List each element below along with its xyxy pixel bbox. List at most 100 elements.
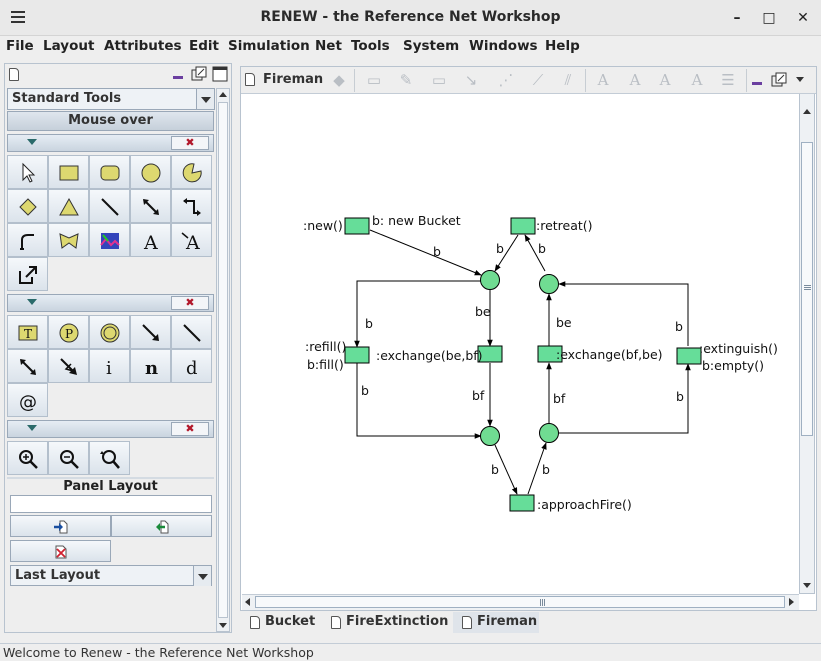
- text-color-icon[interactable]: A: [593, 71, 613, 89]
- menu-tools[interactable]: Tools: [351, 38, 390, 54]
- declaration-tool-button[interactable]: d: [171, 349, 212, 383]
- elbow-connection-tool-button[interactable]: [171, 189, 212, 223]
- transition-retreat[interactable]: [510, 217, 536, 235]
- arc-label-place-refill[interactable]: b: [365, 316, 373, 331]
- label-exchange-bf-be[interactable]: :exchange(bf,be): [556, 347, 663, 362]
- label-refill[interactable]: :refill(): [305, 339, 346, 354]
- round-rectangle-tool-button[interactable]: [89, 155, 130, 189]
- close-section-button[interactable]: ✖: [171, 422, 209, 436]
- link-tool-button[interactable]: [7, 257, 48, 291]
- arc-label-place-retreat[interactable]: b: [496, 241, 504, 256]
- arc-label-new[interactable]: b: [433, 244, 441, 259]
- canvas-vertical-scrollbar[interactable]: [799, 94, 815, 594]
- collapse-section-button[interactable]: [12, 423, 52, 435]
- menu-help[interactable]: Help: [545, 38, 580, 54]
- arc-label-be-right[interactable]: be: [556, 315, 572, 330]
- detach-panel-icon[interactable]: [191, 66, 207, 82]
- scroll-right-icon[interactable]: [789, 598, 794, 606]
- detach-window-icon[interactable]: [771, 72, 787, 88]
- load-layout-button[interactable]: [111, 515, 212, 537]
- canvas-horizontal-scrollbar[interactable]: [242, 594, 799, 610]
- zoom-out-button[interactable]: [48, 441, 89, 475]
- pencil-icon[interactable]: ✎: [396, 71, 416, 89]
- place-bucket-right-top[interactable]: [539, 274, 559, 294]
- zoom-in-button[interactable]: [7, 441, 48, 475]
- scroll-down-icon[interactable]: [217, 619, 229, 631]
- arc-place-to-extinguish[interactable]: [559, 363, 691, 434]
- collapse-section-button[interactable]: [12, 137, 52, 149]
- place-bucket-left-bottom[interactable]: [480, 426, 500, 446]
- menu-attributes[interactable]: Attributes: [104, 38, 182, 54]
- arc-label-bf-right[interactable]: bf: [553, 391, 566, 406]
- font-icon[interactable]: A: [625, 71, 645, 89]
- double-arc-tool-button[interactable]: [48, 349, 89, 383]
- scribble-tool-button[interactable]: [48, 223, 89, 257]
- transition-refill[interactable]: [344, 346, 370, 364]
- arc-label-retreat-place[interactable]: b: [538, 241, 546, 256]
- transition-approach-fire[interactable]: [509, 494, 535, 512]
- layout-name-input[interactable]: [10, 495, 212, 513]
- reserve-arc-tool-button[interactable]: [7, 349, 48, 383]
- collapse-section-button[interactable]: [12, 297, 52, 309]
- line-tool-button[interactable]: [89, 189, 130, 223]
- arc-new-to-place[interactable]: [369, 229, 482, 276]
- menu-file[interactable]: File: [6, 38, 34, 54]
- arc-label-place-approach[interactable]: b: [491, 462, 499, 477]
- minimize-window-icon[interactable]: [751, 74, 765, 86]
- minimize-panel-icon[interactable]: [172, 68, 186, 80]
- selection-tool-button[interactable]: [7, 155, 48, 189]
- arc-label-place-extinguish[interactable]: b: [676, 389, 684, 404]
- pie-tool-button[interactable]: [171, 155, 212, 189]
- place-bucket-left-top[interactable]: [480, 270, 500, 290]
- arc-refill-to-place[interactable]: [356, 363, 482, 439]
- arc-tool-button[interactable]: [130, 315, 171, 349]
- virtual-tool-button[interactable]: @: [7, 383, 48, 417]
- scroll-thumb[interactable]: [218, 102, 228, 618]
- close-section-button[interactable]: ✖: [171, 296, 209, 310]
- pen-color-icon[interactable]: ▭: [364, 71, 384, 89]
- scroll-up-icon[interactable]: [217, 89, 229, 101]
- menu-system[interactable]: System: [403, 38, 459, 54]
- tab-bucket[interactable]: Bucket: [241, 612, 319, 633]
- arc-label-be-left[interactable]: be: [475, 304, 491, 319]
- save-layout-button[interactable]: [10, 515, 111, 537]
- menu-layout[interactable]: Layout: [43, 38, 94, 54]
- arc-label-approach-place[interactable]: b: [542, 462, 550, 477]
- chevron-down-icon[interactable]: [193, 566, 211, 586]
- frame-color-icon[interactable]: ▭: [429, 71, 449, 89]
- palette-selector[interactable]: Standard Tools: [7, 88, 215, 110]
- arc-label-refill-place[interactable]: b: [361, 383, 369, 398]
- name-tool-button[interactable]: n: [130, 349, 171, 383]
- label-fill[interactable]: b:fill(): [307, 357, 344, 372]
- arc-place-to-refill[interactable]: [354, 280, 481, 348]
- label-new-bucket[interactable]: b: new Bucket: [372, 213, 461, 228]
- polyline-tool-button[interactable]: [7, 223, 48, 257]
- label-extinguish[interactable]: :extinguish(): [699, 341, 778, 356]
- virtual-place-tool-button[interactable]: [89, 315, 130, 349]
- image-tool-button[interactable]: [89, 223, 130, 257]
- scroll-thumb[interactable]: [801, 142, 813, 436]
- place-tool-button[interactable]: P: [48, 315, 89, 349]
- transition-new[interactable]: [344, 217, 370, 235]
- label-retreat[interactable]: :retreat(): [536, 218, 593, 233]
- label-approach-fire[interactable]: :approachFire(): [537, 497, 632, 512]
- menu-edit[interactable]: Edit: [189, 38, 219, 54]
- menu-simulation[interactable]: Simulation: [228, 38, 310, 54]
- tab-fire-extinction[interactable]: FireExtinction: [322, 612, 450, 633]
- fill-color-icon[interactable]: ◆: [329, 71, 349, 89]
- arc-label-bf-left[interactable]: bf: [472, 388, 485, 403]
- label-exchange-be-bf[interactable]: :exchange(be,bf): [376, 348, 483, 363]
- triangle-tool-button[interactable]: [48, 189, 89, 223]
- connection-tool-button[interactable]: [130, 189, 171, 223]
- maximize-button[interactable]: □: [759, 8, 779, 28]
- line-shape-icon[interactable]: ⟋: [528, 71, 548, 89]
- arc-extinguish-to-place[interactable]: [558, 281, 689, 346]
- place-bucket-right-bottom[interactable]: [539, 423, 559, 443]
- diamond-tool-button[interactable]: [7, 189, 48, 223]
- scroll-up-icon[interactable]: [800, 106, 814, 118]
- line-width-icon[interactable]: ⫽: [558, 71, 578, 89]
- delete-layout-button[interactable]: [10, 540, 111, 562]
- tab-fireman[interactable]: Fireman: [453, 612, 539, 633]
- label-empty[interactable]: b:empty(): [702, 358, 764, 373]
- tool-panel-scrollbar[interactable]: [216, 88, 230, 632]
